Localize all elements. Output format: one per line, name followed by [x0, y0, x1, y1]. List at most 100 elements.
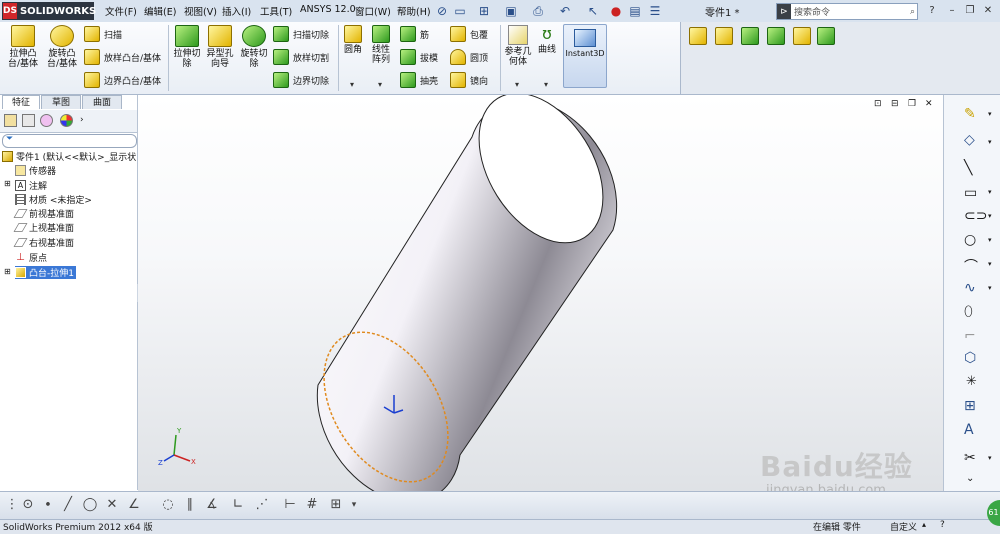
extrude-cut-button[interactable]: 拉伸切除	[171, 25, 203, 69]
configuration-manager-icon[interactable]	[40, 114, 53, 127]
menu-tools[interactable]: 工具(T)	[260, 4, 292, 18]
pattern-dropdown-icon[interactable]: ▾	[378, 80, 382, 89]
feature-tree-icon[interactable]	[4, 114, 17, 127]
dropdown-icon[interactable]: ▾	[988, 110, 992, 118]
tree-item-boss-extrude1[interactable]: 凸台-拉伸1	[15, 266, 76, 279]
dome-button[interactable]: 圆顶	[450, 48, 488, 66]
angle-relation-icon[interactable]: ∡	[204, 497, 220, 513]
fillet-sketch-icon[interactable]: ⌐	[964, 328, 976, 344]
menu-window[interactable]: 窗口(W)	[355, 4, 391, 18]
draft-button[interactable]: 拔模	[400, 48, 438, 66]
shell-button[interactable]: 抽壳	[400, 71, 438, 89]
units-dropdown-icon[interactable]: ▴	[922, 520, 926, 529]
parallel-tool-icon[interactable]: ∥	[182, 497, 198, 513]
angle-tool-icon[interactable]: ∠	[126, 497, 142, 513]
minimize-icon[interactable]: –	[944, 4, 960, 18]
dropdown-icon[interactable]: ▾	[988, 236, 992, 244]
file-properties-icon[interactable]: ▤	[627, 3, 643, 19]
ellipse-icon[interactable]: ⬯	[964, 304, 973, 320]
loft-cut-button[interactable]: 放样切割	[273, 48, 329, 66]
model-viewport[interactable]: Y X Z	[138, 95, 943, 491]
rebuild-icon[interactable]: ●	[608, 3, 624, 19]
tangent-arc-icon[interactable]: ◌	[160, 497, 176, 513]
view-close-icon[interactable]: ✕	[925, 99, 933, 109]
search-icon[interactable]: ⌕	[910, 7, 915, 17]
extrude-boss-button[interactable]: 拉伸凸台/基体	[4, 25, 42, 69]
mirror-button[interactable]: 镜向	[450, 71, 488, 89]
tree-item-right-plane[interactable]: 右视基准面	[13, 236, 74, 249]
point-tool-icon[interactable]: ⊙	[20, 497, 36, 513]
extruded-surface-icon[interactable]	[689, 27, 707, 45]
dropdown-icon[interactable]: ▾	[988, 284, 992, 292]
circle-tool-icon[interactable]: ◯	[82, 497, 98, 513]
dropdown-icon[interactable]: ▾	[988, 138, 992, 146]
point-icon[interactable]: ✳	[966, 374, 977, 389]
view-tile-icon[interactable]: ⊡	[874, 99, 882, 109]
close-icon[interactable]: ✕	[980, 4, 996, 18]
instant3d-button[interactable]: Instant3D	[563, 24, 607, 88]
linear-pattern-button[interactable]: 线性阵列	[368, 25, 394, 65]
open-folder-icon[interactable]: ⊞	[476, 3, 492, 19]
status-units[interactable]: 自定义	[890, 520, 917, 533]
tree-item-front-plane[interactable]: 前视基准面	[13, 207, 74, 220]
tree-root[interactable]: 零件1 (默认<<默认>_显示状	[2, 150, 136, 163]
grid-snap-icon[interactable]: ⋰	[254, 497, 270, 513]
tree-item-annotations[interactable]: A 注解	[15, 179, 47, 192]
expand-toggle-icon[interactable]: ⊞	[4, 179, 11, 188]
save-icon[interactable]: ▣	[503, 3, 519, 19]
restore-icon[interactable]: ❐	[962, 4, 978, 18]
boss-group-icon[interactable]	[793, 27, 811, 45]
help-status-icon[interactable]: ?	[940, 520, 945, 530]
help-question-icon[interactable]: ?	[924, 4, 940, 18]
dropdown-icon[interactable]: ▾	[988, 188, 992, 196]
view-split-icon[interactable]: ⊟	[891, 99, 899, 109]
hatch-icon[interactable]: #	[304, 497, 320, 513]
tree-item-origin[interactable]: ⊥ 原点	[15, 251, 47, 264]
trim-icon[interactable]: ✂	[964, 450, 976, 466]
offset-curve-icon[interactable]	[767, 27, 785, 45]
rectangle-icon[interactable]: ▭	[964, 185, 977, 201]
tab-sketch[interactable]: 草图	[41, 95, 81, 109]
text-icon[interactable]: A	[964, 422, 974, 438]
select-pointer-icon[interactable]: ↖	[585, 3, 601, 19]
menu-edit[interactable]: 编辑(E)	[144, 4, 176, 18]
tree-item-top-plane[interactable]: 上视基准面	[13, 221, 74, 234]
wrap-button[interactable]: 包覆	[450, 25, 488, 43]
panel-expand-icon[interactable]: ›	[80, 115, 84, 125]
cross-tool-icon[interactable]: ✕	[104, 497, 120, 513]
expand-toggle-icon[interactable]: ⊞	[4, 267, 11, 276]
tab-features[interactable]: 特征	[2, 95, 40, 109]
pin-icon[interactable]: ⊘	[434, 3, 450, 19]
dropdown-icon[interactable]: ▾	[988, 260, 992, 268]
fillet-dropdown-icon[interactable]: ▾	[350, 80, 354, 89]
rib-button[interactable]: 筋	[400, 25, 438, 43]
planar-surface-icon[interactable]	[715, 27, 733, 45]
cylinder-model[interactable]	[298, 95, 628, 491]
display-manager-icon[interactable]	[60, 114, 73, 127]
ref-geometry-dropdown-icon[interactable]: ▾	[515, 80, 519, 89]
bottom-dropdown-icon[interactable]: ▾	[346, 497, 362, 513]
line-icon[interactable]: ╲	[964, 160, 972, 176]
menu-file[interactable]: 文件(F)	[105, 4, 137, 18]
tab-surfaces[interactable]: 曲面	[82, 95, 122, 109]
circle-icon[interactable]: ○	[964, 232, 976, 248]
perpendicular-icon[interactable]: ∟	[230, 497, 246, 513]
revolve-cut-button[interactable]: 旋转切除	[238, 25, 270, 69]
centerline-icon[interactable]: ∙	[40, 497, 56, 513]
arc-icon[interactable]: ⌒	[964, 256, 978, 276]
loft-boss-button[interactable]: 放样凸台/基体	[84, 48, 161, 66]
scroll-down-icon[interactable]: ⌄	[966, 473, 974, 484]
options-icon[interactable]: ☰	[647, 3, 663, 19]
menu-ansys[interactable]: ANSYS 12.0	[300, 4, 356, 15]
new-document-icon[interactable]: ▭	[452, 3, 468, 19]
fillet-button[interactable]: 圆角	[341, 25, 365, 55]
tree-item-sensors[interactable]: 传感器	[15, 164, 56, 177]
boundary-cut-button[interactable]: 边界切除	[273, 71, 329, 89]
sketch-curve-icon[interactable]	[741, 27, 759, 45]
undo-icon[interactable]: ↶	[557, 3, 573, 19]
sweep-button[interactable]: 扫描	[84, 25, 161, 43]
search-box[interactable]: ⊳ 搜索命令 ⌕	[776, 3, 918, 20]
search-input[interactable]: 搜索命令	[794, 5, 830, 18]
horizontal-dimension-icon[interactable]: ⊢	[282, 497, 298, 513]
hole-wizard-button[interactable]: 异型孔向导	[204, 25, 236, 69]
